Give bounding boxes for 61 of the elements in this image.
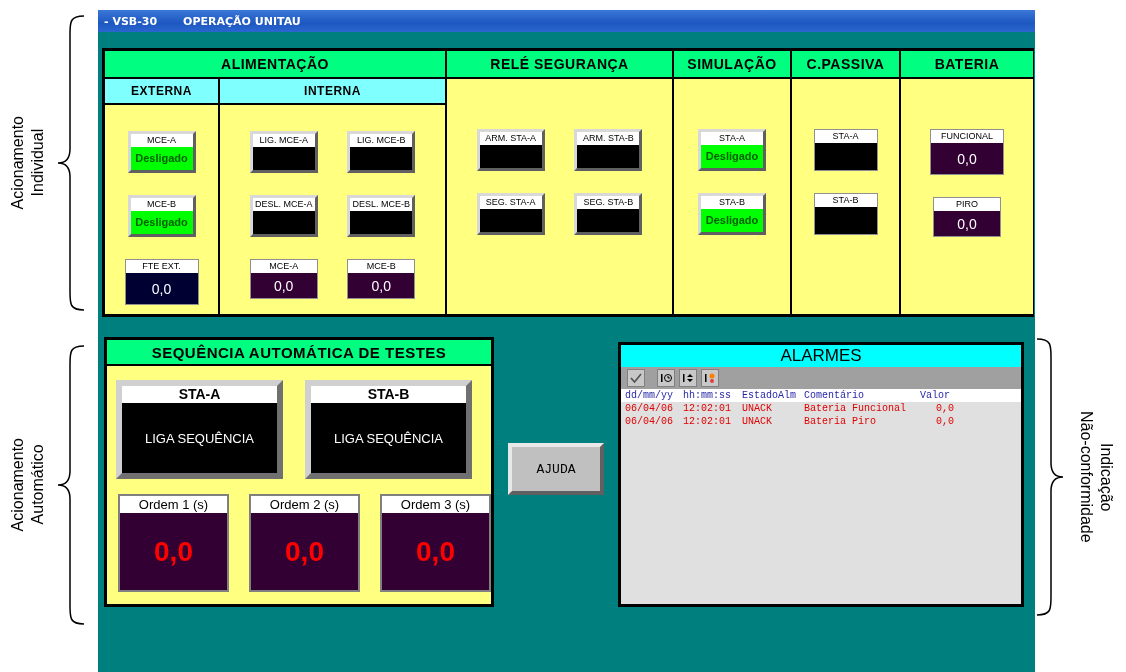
brace-icon — [56, 344, 86, 626]
table-cell-text: 12:02:01 — [683, 415, 732, 428]
annotation-label: Acionamento Automático — [8, 438, 47, 532]
window-title: OPERAÇÃO UNITAU — [183, 14, 301, 28]
column-header: hh:mm:ss — [683, 389, 732, 402]
value-display: FTE EXT. 0,0 — [124, 259, 199, 305]
status-button[interactable]: ARM. STA-A — [476, 129, 545, 171]
column-header: dd/mm/yy — [625, 389, 674, 402]
status-indicator: STA-B — [813, 193, 878, 235]
status-button[interactable]: SEG. STA-A — [476, 193, 545, 235]
status-button[interactable]: MCE-B Desligado — [127, 195, 196, 237]
table-cell-text: 06/04/06 — [625, 402, 674, 415]
timer-display: Ordem 3 (s) 0,0 — [380, 494, 491, 592]
section-header: SEQUÊNCIA AUTOMÁTICA DE TESTES — [107, 340, 491, 366]
check-icon[interactable] — [627, 369, 645, 387]
status-button[interactable]: ARM. STA-B — [574, 129, 643, 171]
window-code: - VSB-30 — [104, 14, 158, 28]
value-display: MCE-B 0,0 — [347, 259, 416, 299]
column-header: EstadoAlm — [742, 389, 797, 402]
table-cell-text: 06/04/06 — [625, 415, 674, 428]
section-header: ALIMENTAÇÃO — [105, 51, 445, 79]
table-cell-text: UNACK — [742, 402, 773, 415]
alert-icon[interactable] — [701, 369, 719, 387]
brace-icon — [56, 14, 86, 312]
table-cell-text: Bateria Funcional — [804, 402, 908, 415]
timer-display: Ordem 2 (s) 0,0 — [249, 494, 360, 592]
section-header: BATERIA — [901, 51, 1033, 79]
status-button[interactable]: SEG. STA-B — [574, 193, 643, 235]
help-button[interactable]: AJUDA — [508, 443, 604, 495]
sequence-button[interactable]: STA-A LIGA SEQUÊNCIA — [116, 380, 283, 479]
brace-icon — [1035, 337, 1065, 617]
status-button[interactable]: STA-B Desligado — [698, 193, 766, 235]
section-header: C.PASSIVA — [792, 51, 899, 79]
column-header: Comentário — [804, 389, 865, 402]
table-cell-text: 0,0 — [935, 402, 954, 415]
column-header: Valor — [920, 389, 951, 402]
table-cell-text: Bateria Piro — [804, 415, 877, 428]
status-button[interactable]: STA-A Desligado — [698, 129, 766, 171]
status-button[interactable]: MCE-A Desligado — [127, 131, 196, 173]
status-indicator: STA-A — [813, 129, 878, 171]
sort-icon[interactable] — [679, 369, 697, 387]
section-header: SIMULAÇÃO — [674, 51, 790, 79]
value-display: PIRO 0,0 — [933, 197, 1001, 237]
value-display: FUNCIONAL 0,0 — [930, 129, 1004, 175]
status-button[interactable]: DESL. MCE-A — [249, 195, 318, 237]
value-display: MCE-A 0,0 — [249, 259, 318, 299]
sequence-button[interactable]: STA-B LIGA SEQUÊNCIA — [305, 380, 472, 479]
subsection-header: INTERNA — [220, 79, 445, 105]
status-button[interactable]: LIG. MCE-B — [347, 131, 416, 173]
subsection-header: EXTERNA — [105, 79, 218, 105]
timer-display: Ordem 1 (s) 0,0 — [118, 494, 229, 592]
section-header: RELÉ SEGURANÇA — [447, 51, 672, 79]
annotation-label: Indicação Não-conformidade — [1076, 411, 1116, 543]
annotation-label: Acionamento Individual — [8, 116, 47, 210]
table-cell-text: UNACK — [742, 415, 773, 428]
status-button[interactable]: DESL. MCE-B — [347, 195, 416, 237]
status-button[interactable]: LIG. MCE-A — [249, 131, 318, 173]
alarm-header: ALARMES — [621, 345, 1021, 367]
clock-icon[interactable] — [657, 369, 675, 387]
table-cell-text: 12:02:01 — [683, 402, 732, 415]
table-cell-text: 0,0 — [935, 415, 954, 428]
